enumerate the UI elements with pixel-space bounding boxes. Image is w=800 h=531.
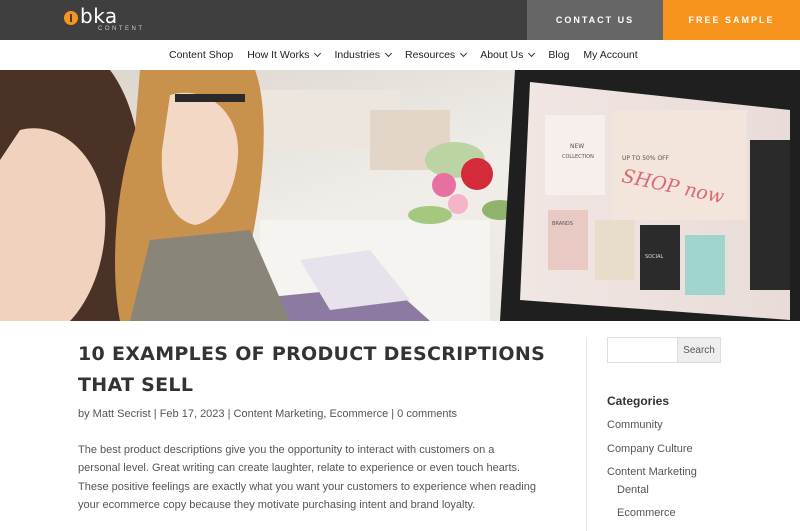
nav-item-resources[interactable]: Resources	[404, 49, 468, 61]
categories-heading: Categories	[607, 394, 670, 408]
chevron-down-icon	[528, 49, 536, 58]
screen-text-collection: COLLECTION	[562, 154, 594, 160]
chevron-down-icon	[384, 49, 393, 58]
nav-item-how-it-works[interactable]: How It Works	[247, 49, 322, 61]
chevron-down-icon	[314, 49, 322, 58]
nav-item-blog[interactable]: Blog	[548, 49, 569, 61]
screen-text-brands: BRANDS	[552, 221, 573, 227]
nav-item-label: My Account	[583, 49, 638, 61]
nav-item-label: About Us	[480, 49, 524, 61]
nav-item-label: How It Works	[247, 49, 310, 61]
search-button[interactable]: Search	[677, 337, 721, 363]
free-sample-button[interactable]: FREE SAMPLE	[663, 0, 800, 40]
category-link-community[interactable]: Community	[607, 419, 663, 431]
screen-text-social: SOCIAL	[645, 254, 663, 260]
brand-logo[interactable]: bka CONTENT	[64, 6, 145, 34]
hero-photo-illustration: NEW COLLECTION UP TO 50% OFF SHOP now BR…	[0, 70, 800, 321]
main-nav: Content Shop How It Works Industries Res…	[0, 40, 800, 70]
nav-item-label: Resources	[404, 49, 456, 61]
category-link-content-marketing[interactable]: Content Marketing	[607, 466, 697, 478]
screen-text-sale: UP TO 50% OFF	[622, 155, 670, 162]
intro-line: These positive feelings are exactly what…	[78, 480, 536, 493]
logo-mark-icon	[64, 11, 78, 25]
hero-image: NEW COLLECTION UP TO 50% OFF SHOP now BR…	[0, 70, 800, 321]
intro-line: The best product descriptions give you t…	[78, 444, 495, 456]
post-title: 10 EXAMPLES OF PRODUCT DESCRIPTIONS THAT…	[78, 339, 548, 401]
post-title-line-1: 10 EXAMPLES OF PRODUCT DESCRIPTIONS	[78, 343, 546, 365]
chevron-down-icon	[460, 49, 468, 58]
nav-item-about-us[interactable]: About Us	[480, 49, 536, 61]
nav-item-label: Industries	[334, 49, 380, 61]
category-link-dental[interactable]: Dental	[617, 484, 649, 496]
post-meta: by Matt Secrist | Feb 17, 2023 | Content…	[78, 408, 458, 420]
screen-text-new: NEW	[570, 143, 584, 150]
top-bar: bka CONTENT CONTACT US FREE SAMPLE	[0, 0, 800, 40]
nav-item-content-shop[interactable]: Content Shop	[169, 49, 233, 61]
nav-item-label: Blog	[548, 49, 570, 61]
logo-word: bka	[80, 4, 118, 28]
sidebar-divider	[586, 337, 587, 531]
contact-us-button[interactable]: CONTACT US	[527, 0, 663, 40]
logo-subtitle: CONTENT	[98, 26, 145, 32]
nav-item-my-account[interactable]: My Account	[583, 49, 637, 61]
search-input[interactable]	[607, 337, 678, 363]
post-intro: The best product descriptions give you t…	[78, 441, 558, 515]
intro-line: your ecommerce copy because they motivat…	[78, 499, 476, 512]
nav-item-label: Content Shop	[169, 49, 234, 61]
post-title-line-2: THAT SELL	[78, 374, 194, 396]
intro-line: personal level. Great writing can create…	[78, 462, 521, 475]
category-link-company-culture[interactable]: Company Culture	[607, 443, 693, 455]
category-link-ecommerce[interactable]: Ecommerce	[617, 507, 676, 519]
nav-item-industries[interactable]: Industries	[334, 49, 393, 61]
